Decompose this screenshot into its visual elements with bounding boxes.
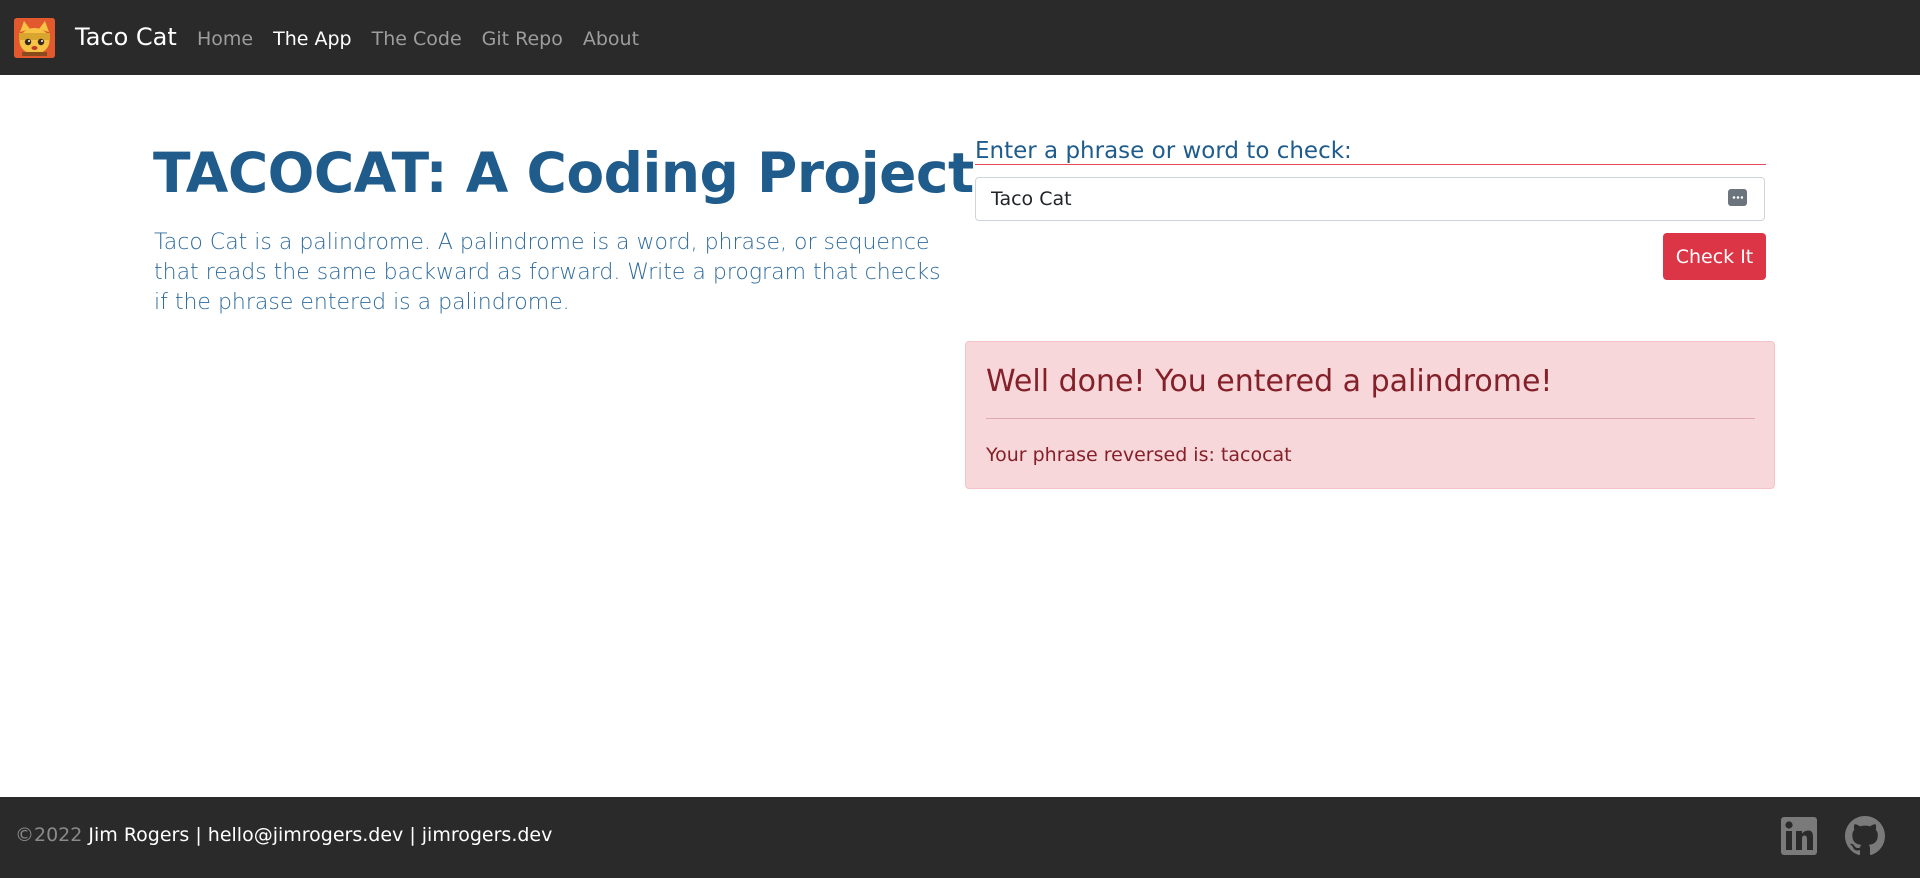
footer-credits: ©2022 Jim Rogers | hello@jimrogers.dev |… bbox=[15, 822, 552, 848]
phrase-input-label: Enter a phrase or word to check: bbox=[975, 137, 1766, 165]
password-manager-key-icon[interactable] bbox=[1728, 189, 1747, 206]
taco-cat-logo-icon[interactable] bbox=[14, 18, 55, 58]
alert-heading: Well done! You entered a palindrome! bbox=[986, 364, 1553, 399]
footer-website-link[interactable]: jimrogers.dev bbox=[422, 824, 553, 846]
check-it-button[interactable]: Check It bbox=[1663, 233, 1766, 280]
nav-link-the-app[interactable]: The App bbox=[273, 26, 352, 52]
nav-links: Home The App The Code Git Repo About bbox=[197, 26, 659, 52]
footer-copyright: ©2022 bbox=[15, 824, 83, 846]
footer-separator: | bbox=[409, 824, 416, 846]
alert-divider bbox=[986, 418, 1755, 419]
nav-link-home[interactable]: Home bbox=[197, 26, 253, 52]
result-alert: Well done! You entered a palindrome! You… bbox=[965, 341, 1775, 489]
phrase-input-wrapper bbox=[975, 177, 1765, 221]
footer-author: Jim Rogers bbox=[88, 824, 190, 846]
alert-message: Your phrase reversed is: tacocat bbox=[986, 444, 1292, 466]
footer: ©2022 Jim Rogers | hello@jimrogers.dev |… bbox=[0, 797, 1920, 878]
nav-link-git-repo[interactable]: Git Repo bbox=[482, 26, 563, 52]
navbar: Taco Cat Home The App The Code Git Repo … bbox=[0, 0, 1920, 75]
nav-link-about[interactable]: About bbox=[583, 26, 639, 52]
nav-link-the-code[interactable]: The Code bbox=[372, 26, 462, 52]
page-title: TACOCAT: A Coding Project bbox=[153, 141, 974, 205]
github-icon[interactable] bbox=[1845, 816, 1885, 856]
footer-email-link[interactable]: hello@jimrogers.dev bbox=[208, 824, 404, 846]
linkedin-icon[interactable] bbox=[1781, 817, 1817, 855]
page-description: Taco Cat is a palindrome. A palindrome i… bbox=[154, 230, 941, 315]
footer-separator: | bbox=[195, 824, 202, 846]
navbar-brand[interactable]: Taco Cat bbox=[75, 22, 177, 52]
phrase-input[interactable] bbox=[976, 178, 1764, 220]
